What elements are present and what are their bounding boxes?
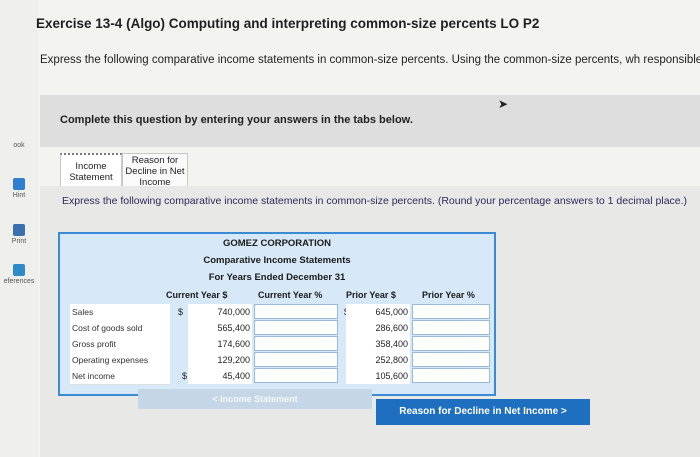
printer-icon xyxy=(13,224,25,236)
current-pct-input-gross-profit[interactable] xyxy=(254,336,338,351)
current-pct-input-sales[interactable] xyxy=(254,304,338,319)
row-label-sales: Sales xyxy=(70,304,170,321)
current-net-income: 45,400 xyxy=(188,368,252,384)
current-cogs: 565,400 xyxy=(188,320,252,336)
rail-print-label: Print xyxy=(11,238,27,245)
complete-prompt: Complete this question by entering your … xyxy=(60,114,413,126)
rail-references[interactable]: eferences xyxy=(0,264,38,285)
complete-prompt-box: Complete this question by entering your … xyxy=(40,95,700,147)
rail-print[interactable]: Print xyxy=(0,224,38,245)
rail-book-label: ook xyxy=(13,142,25,149)
tab-reason-label: Reason for Decline in Net Income xyxy=(125,154,185,188)
row-label-gross-profit: Gross profit xyxy=(70,336,170,353)
row-label-net-income: Net income xyxy=(70,368,170,385)
rail-book[interactable]: ook xyxy=(0,142,38,149)
col-current-pct: Current Year % xyxy=(258,290,323,300)
prev-tab-button[interactable]: < Income Statement xyxy=(138,389,372,409)
mouse-cursor-icon: ➤ xyxy=(498,97,509,111)
references-icon xyxy=(13,264,25,276)
tab-income-statement-label: Income Statement xyxy=(69,161,113,183)
current-pct-input-operating-expenses[interactable] xyxy=(254,352,338,367)
page: ook Hint Print eferences Exercise 13-4 (… xyxy=(0,0,700,457)
prior-net-income: 105,600 xyxy=(346,368,410,384)
prior-pct-input-cogs[interactable] xyxy=(412,320,490,335)
col-current-dollar: Current Year $ xyxy=(166,290,228,300)
current-gross-profit: 174,600 xyxy=(188,336,252,352)
col-prior-pct: Prior Year % xyxy=(422,290,475,300)
col-prior-dollar: Prior Year $ xyxy=(346,290,396,300)
current-operating-expenses: 129,200 xyxy=(188,352,252,368)
prior-pct-input-gross-profit[interactable] xyxy=(412,336,490,351)
intro-text: Express the following comparative income… xyxy=(40,54,700,66)
dollar-sign: $ xyxy=(182,371,188,381)
instruction-text: Express the following comparative income… xyxy=(62,195,688,207)
current-sales: 740,000 xyxy=(188,304,252,320)
current-pct-input-cogs[interactable] xyxy=(254,320,338,335)
row-label-cogs: Cost of goods sold xyxy=(70,320,170,337)
tab-income-statement[interactable]: Income Statement xyxy=(60,153,122,190)
prior-pct-input-sales[interactable] xyxy=(412,304,490,319)
prior-pct-input-net-income[interactable] xyxy=(412,368,490,383)
hint-icon xyxy=(13,178,25,190)
rail-hint-label: Hint xyxy=(12,192,26,199)
row-label-operating-expenses: Operating expenses xyxy=(70,352,170,369)
prior-gross-profit: 358,400 xyxy=(346,336,410,352)
tab-reason-for-decline[interactable]: Reason for Decline in Net Income xyxy=(122,153,188,189)
current-pct-input-net-income[interactable] xyxy=(254,368,338,383)
statement-subtitle: Comparative Income Statements xyxy=(203,255,351,266)
dollar-sign: $ xyxy=(178,307,184,317)
statement-period: For Years Ended December 31 xyxy=(208,272,346,283)
prior-cogs: 286,600 xyxy=(346,320,410,336)
prior-sales: 645,000 xyxy=(346,304,410,320)
company-name: GOMEZ CORPORATION xyxy=(222,238,332,249)
income-statement-table: GOMEZ CORPORATION Comparative Income Sta… xyxy=(58,232,496,396)
prior-operating-expenses: 252,800 xyxy=(346,352,410,368)
rail-hint[interactable]: Hint xyxy=(0,178,38,199)
left-rail: ook Hint Print eferences xyxy=(0,0,38,457)
next-tab-button[interactable]: Reason for Decline in Net Income > xyxy=(376,399,590,425)
rail-references-label: eferences xyxy=(3,278,35,285)
prior-pct-input-operating-expenses[interactable] xyxy=(412,352,490,367)
page-title: Exercise 13-4 (Algo) Computing and inter… xyxy=(36,16,540,31)
